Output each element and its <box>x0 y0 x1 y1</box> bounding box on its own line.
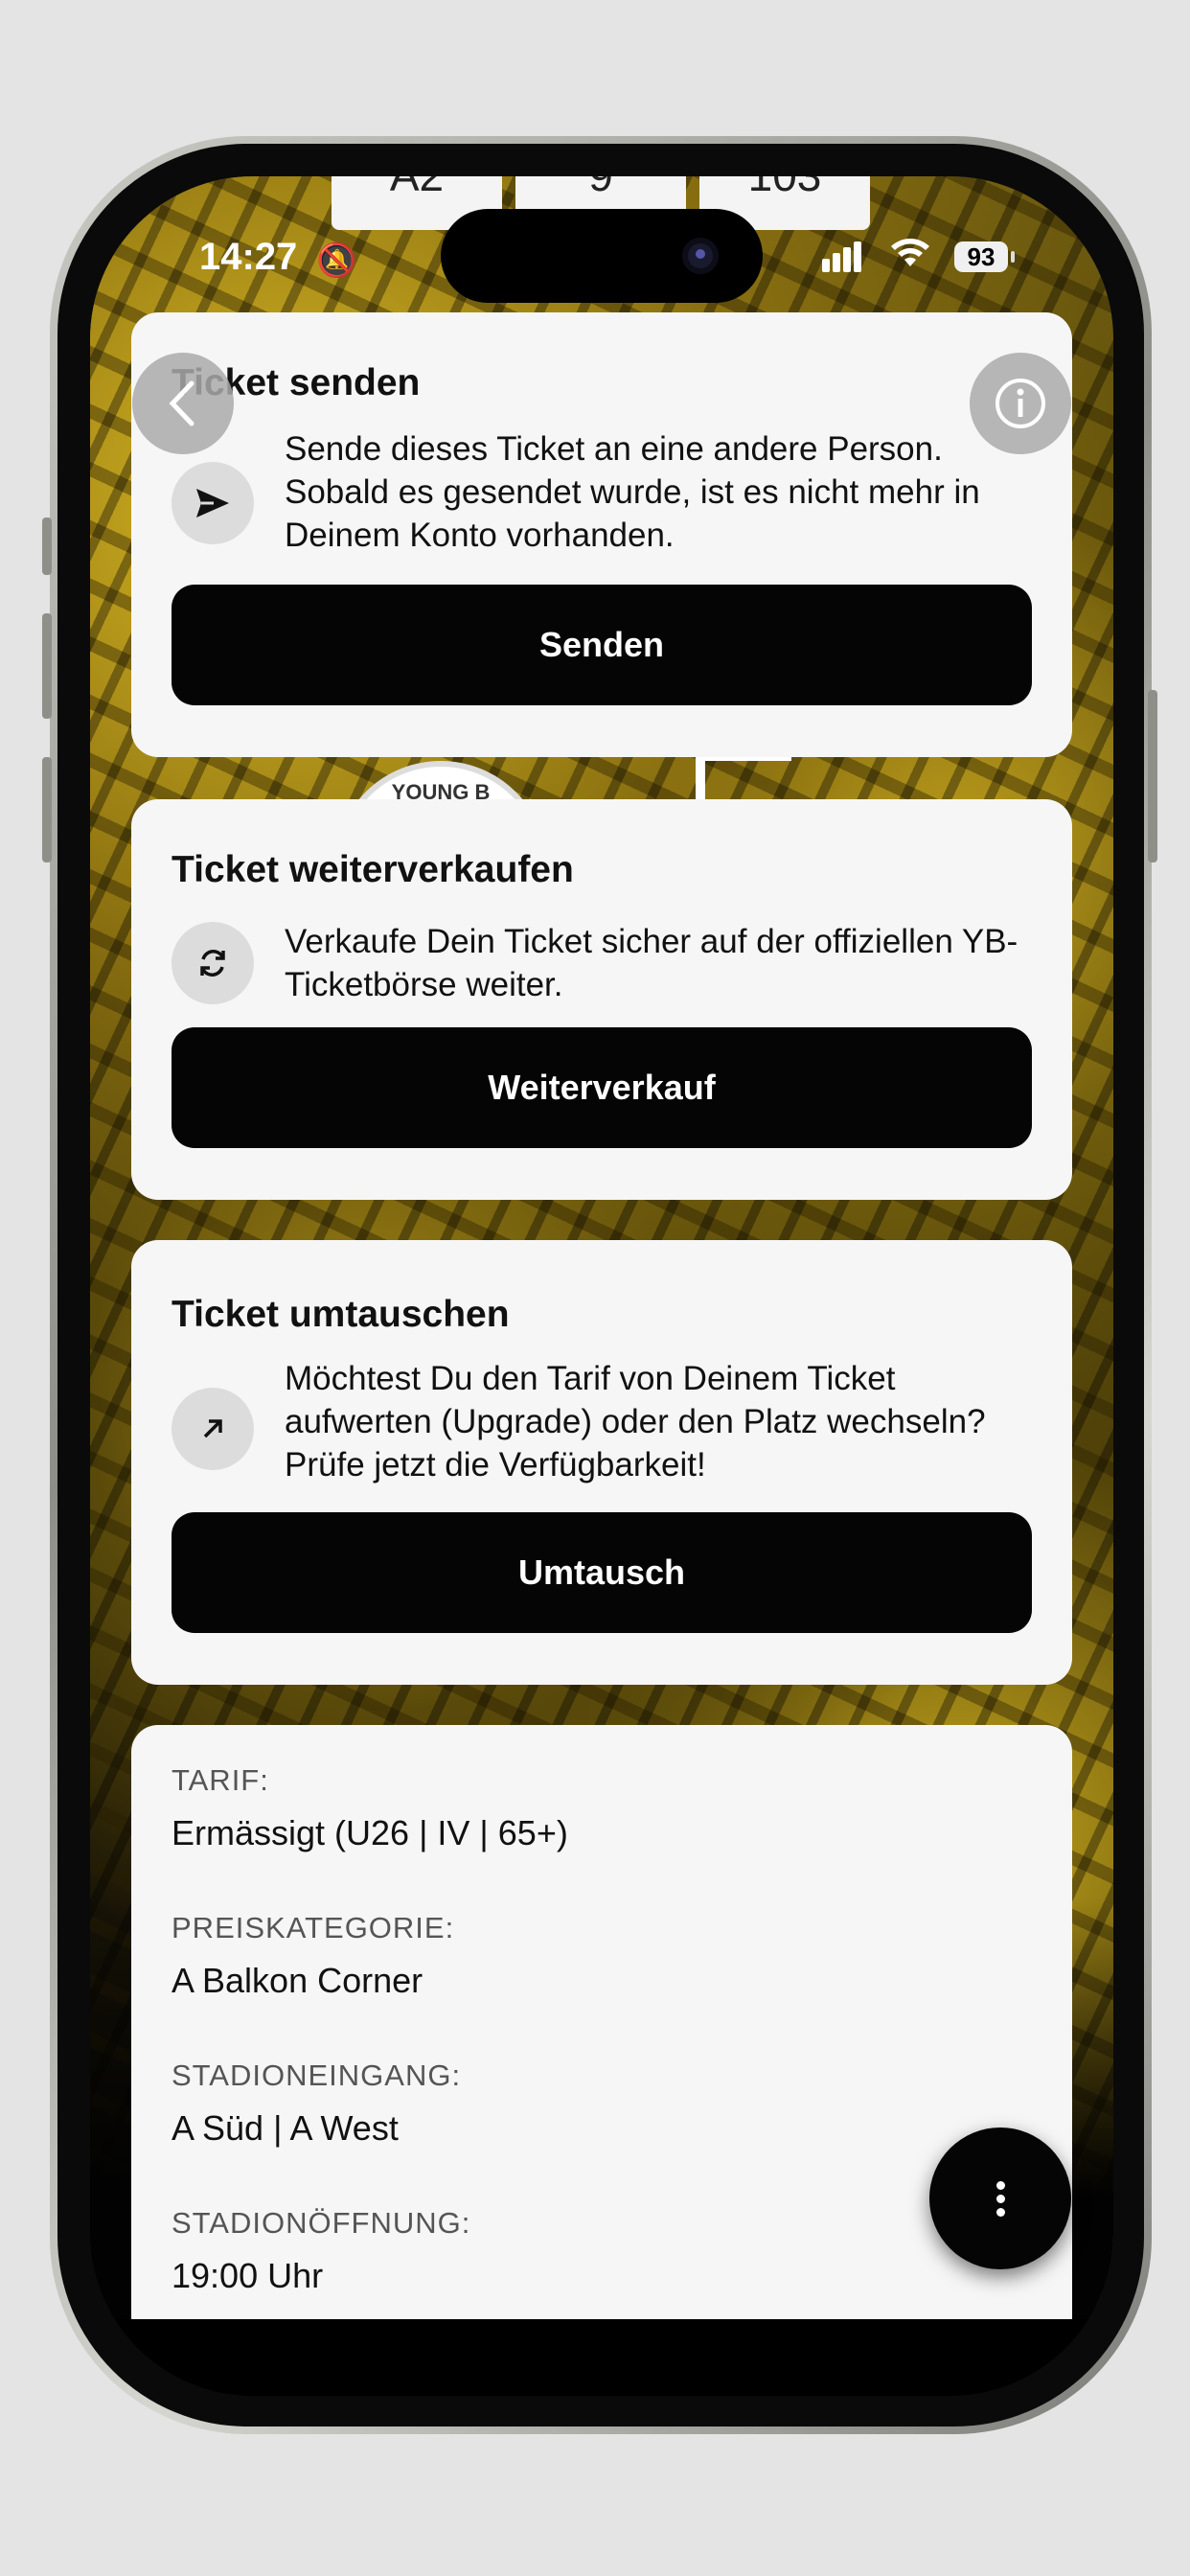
price-category-label: PREISKATEGORIE: <box>172 1911 455 1944</box>
chevron-left-icon <box>169 380 195 426</box>
stadium-opening-label: STADIONÖFFNUNG: <box>172 2206 471 2240</box>
stadium-entrance-value: A Süd | A West <box>172 2108 399 2148</box>
send-button[interactable]: Senden <box>172 585 1032 705</box>
seat-block: A2 <box>332 176 502 201</box>
exchange-ticket-card: Ticket umtauschen Möchtest Du den Tarif … <box>131 1240 1072 1685</box>
silent-bell-icon: 🔕 <box>316 242 357 279</box>
battery-indicator: 93 <box>954 242 1015 272</box>
more-options-button[interactable] <box>929 2128 1071 2269</box>
seat-number: 103 <box>699 176 870 201</box>
signal-icon <box>822 242 862 272</box>
arrow-up-right-icon <box>172 1388 254 1470</box>
price-category-value: A Balkon Corner <box>172 1961 423 2000</box>
screen: A2 9 103 14:27 🔕 93 YOUNG B Ticket sende… <box>90 176 1113 2396</box>
ticket-details-card: TARIF: Ermässigt (U26 | IV | 65+) PREISK… <box>131 1725 1072 2344</box>
stadium-entrance-label: STADIONEINGANG: <box>172 2058 462 2092</box>
send-icon <box>172 462 254 544</box>
info-button[interactable] <box>970 353 1071 454</box>
resell-ticket-card: Ticket weiterverkaufen Verkaufe Dein Tic… <box>131 799 1072 1200</box>
jersey-number-peek <box>696 751 791 799</box>
wifi-icon <box>889 236 931 278</box>
resell-card-description: Verkaufe Dein Ticket sicher auf der offi… <box>285 923 1018 1003</box>
back-button[interactable] <box>132 353 234 454</box>
refresh-icon <box>172 922 254 1004</box>
send-ticket-card: Ticket senden Sende dieses Ticket an ein… <box>131 312 1072 757</box>
stadium-opening-value: 19:00 Uhr <box>172 2256 324 2295</box>
power-button <box>1148 690 1157 862</box>
seat-row: 9 <box>515 176 686 201</box>
resell-card-title: Ticket weiterverkaufen <box>172 849 574 890</box>
status-time: 14:27 <box>199 236 298 278</box>
exchange-button[interactable]: Umtausch <box>172 1512 1032 1633</box>
mute-switch <box>42 518 52 575</box>
camera-icon <box>682 238 719 274</box>
dynamic-island <box>441 209 763 303</box>
bottom-safe-area <box>90 2319 1113 2396</box>
volume-up-button <box>42 613 52 719</box>
exchange-card-description: Möchtest Du den Tarif von Deinem Ticket … <box>285 1360 986 1484</box>
more-vertical-icon <box>995 2176 1005 2221</box>
tariff-label: TARIF: <box>172 1763 269 1797</box>
exchange-card-title: Ticket umtauschen <box>172 1294 510 1335</box>
send-card-description: Sende dieses Ticket an eine andere Perso… <box>285 430 980 554</box>
volume-down-button <box>42 757 52 862</box>
info-icon <box>995 379 1045 428</box>
tariff-value: Ermässigt (U26 | IV | 65+) <box>172 1813 568 1852</box>
resell-button[interactable]: Weiterverkauf <box>172 1027 1032 1148</box>
